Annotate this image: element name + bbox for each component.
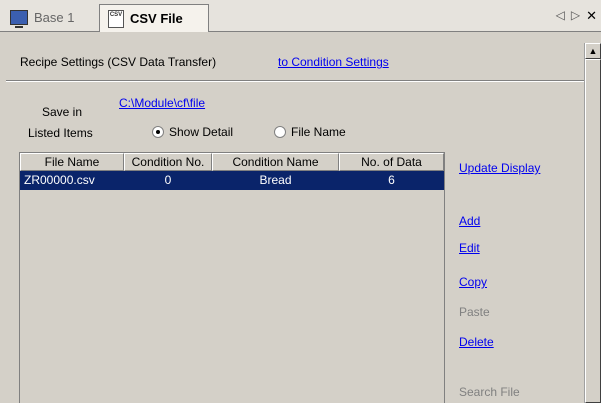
table-row[interactable]: ZR00000.csv 0 Bread 6 — [20, 171, 444, 190]
cell-no-of-data: 6 — [388, 173, 395, 187]
tab-csv-file-label: CSV File — [130, 11, 183, 26]
tab-base1[interactable]: Base 1 — [2, 4, 97, 31]
listed-items-label: Listed Items — [28, 126, 93, 140]
page-title: Recipe Settings (CSV Data Transfer) — [20, 55, 217, 69]
tab-csv-file[interactable]: CSV CSV File — [99, 4, 209, 32]
tab-next-icon[interactable]: ▷ — [571, 8, 580, 24]
tab-base1-label: Base 1 — [34, 10, 75, 25]
csv-file-icon: CSV — [108, 9, 124, 28]
search-file-link: Search File — [459, 385, 520, 399]
delete-link[interactable]: Delete — [459, 335, 494, 349]
cell-file-name: ZR00000.csv — [24, 173, 95, 187]
save-in-label: Save in — [42, 105, 83, 119]
radio-button[interactable] — [274, 126, 286, 138]
tab-close-icon[interactable]: ✕ — [586, 8, 597, 24]
update-display-link[interactable]: Update Display — [459, 161, 540, 175]
tab-prev-icon[interactable]: ◁ — [556, 8, 565, 24]
monitor-icon — [10, 10, 28, 28]
save-path-link[interactable]: C:\Module\cf\file — [119, 96, 205, 110]
copy-link[interactable]: Copy — [459, 275, 487, 289]
csv-file-panel: Recipe Settings (CSV Data Transfer) to C… — [6, 32, 584, 403]
radio-button[interactable] — [152, 126, 164, 138]
cell-condition-name: Bread — [259, 173, 292, 187]
file-name-label: File Name — [291, 125, 346, 139]
cell-condition-no: 0 — [164, 173, 172, 187]
scroll-up-arrow-icon[interactable]: ▲ — [585, 43, 601, 59]
csv-file-table: File Name Condition No. Condition Name N… — [19, 152, 445, 403]
column-header-condition-no[interactable]: Condition No. — [124, 153, 212, 171]
tab-navigation: ◁ ▷ ✕ — [556, 8, 597, 24]
add-link[interactable]: Add — [459, 214, 480, 228]
show-detail-label: Show Detail — [169, 125, 234, 139]
tab-bar: Base 1 CSV CSV File ◁ ▷ ✕ — [0, 0, 601, 32]
scroll-thumb[interactable] — [585, 59, 601, 403]
vertical-scrollbar[interactable]: ▲ — [584, 43, 601, 403]
condition-settings-link[interactable]: to Condition Settings — [278, 55, 389, 69]
header-divider — [6, 81, 584, 82]
edit-link[interactable]: Edit — [459, 241, 480, 255]
paste-link: Paste — [459, 305, 490, 319]
show-detail-radio[interactable]: Show Detail — [152, 125, 233, 139]
column-header-condition-name[interactable]: Condition Name — [212, 153, 339, 171]
panel-header: Recipe Settings (CSV Data Transfer) to C… — [6, 32, 584, 81]
table-header: File Name Condition No. Condition Name N… — [20, 153, 444, 171]
column-header-file-name[interactable]: File Name — [20, 153, 124, 171]
column-header-no-of-data[interactable]: No. of Data — [339, 153, 444, 171]
file-name-radio[interactable]: File Name — [274, 125, 346, 139]
